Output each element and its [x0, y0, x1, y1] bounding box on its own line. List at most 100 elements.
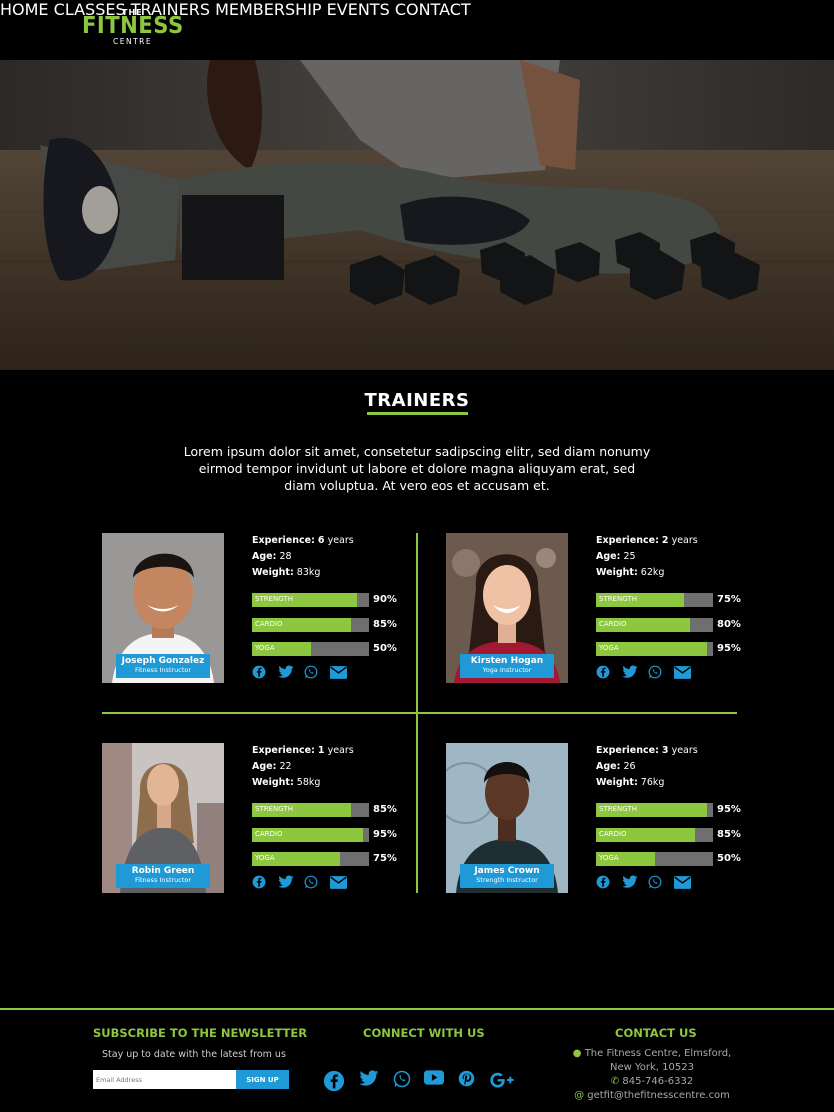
experience-label: Experience:	[252, 535, 315, 546]
trainer-card-robin: Robin Green Fitness Instructor Experienc…	[102, 743, 402, 895]
experience-value: 3	[661, 745, 669, 756]
title-underline	[367, 412, 468, 415]
experience-unit: years	[671, 535, 698, 546]
mail-icon[interactable]	[674, 874, 700, 890]
newsletter-email-input[interactable]	[93, 1070, 236, 1089]
trainer-card-joseph: Joseph Gonzalez Fitness Instructor Exper…	[102, 533, 402, 685]
facebook-icon[interactable]	[323, 1070, 345, 1096]
facebook-icon[interactable]	[252, 874, 278, 890]
trainer-name: James Crown	[474, 866, 540, 876]
trainer-stats: Experience: 3 years Age: 26 Weight: 76kg	[596, 743, 746, 791]
age-value: 26	[623, 761, 636, 772]
trainer-nametag: Joseph Gonzalez Fitness Instructor	[116, 654, 210, 678]
trainer-stats: Experience: 1 years Age: 22 Weight: 58kg	[252, 743, 402, 791]
age-label: Age:	[596, 761, 621, 772]
connect-title: CONNECT WITH US	[363, 1026, 485, 1040]
mail-icon[interactable]	[674, 664, 700, 680]
skill-name: STRENGTH	[599, 595, 637, 603]
address-line-1-text: The Fitness Centre, Elmsford,	[584, 1048, 732, 1059]
nav-home[interactable]: HOME	[0, 0, 49, 19]
experience-unit: years	[327, 745, 354, 756]
trainer-card-james: James Crown Strength Instructor Experien…	[446, 743, 746, 895]
skill-name: STRENGTH	[599, 805, 637, 813]
trainer-photo: Robin Green Fitness Instructor	[102, 743, 224, 893]
trainer-nametag: Kirsten Hogan Yoga Instructor	[460, 654, 554, 678]
trainer-name: Kirsten Hogan	[470, 656, 544, 666]
weight-label: Weight:	[596, 777, 638, 788]
skill-bar-cardio: CARDIO 95%	[252, 827, 402, 842]
skill-name: YOGA	[599, 854, 619, 862]
trainer-social-links	[596, 664, 700, 680]
youtube-icon[interactable]	[424, 1070, 444, 1089]
skill-value: 75%	[717, 594, 741, 605]
weight-line: Weight: 62kg	[596, 565, 746, 581]
experience-value: 1	[317, 745, 325, 756]
skill-name: STRENGTH	[255, 595, 293, 603]
experience-label: Experience:	[596, 745, 659, 756]
skill-value: 50%	[717, 853, 741, 864]
trainer-stats: Experience: 6 years Age: 28 Weight: 83kg	[252, 533, 402, 581]
whatsapp-icon[interactable]	[304, 664, 330, 680]
location-pin-icon: ●	[572, 1048, 582, 1059]
age-line: Age: 22	[252, 759, 402, 775]
age-value: 28	[279, 551, 292, 562]
skill-name: YOGA	[255, 854, 275, 862]
phone-icon: ✆	[610, 1076, 620, 1087]
facebook-icon[interactable]	[596, 874, 622, 890]
nav-events[interactable]: EVENTS	[327, 0, 390, 19]
email-line[interactable]: @ getfit@thefitnesscentre.com	[552, 1089, 752, 1103]
skill-name: CARDIO	[599, 829, 627, 838]
phone-number: 845-746-6332	[622, 1076, 694, 1087]
age-line: Age: 28	[252, 549, 402, 565]
skill-name: YOGA	[599, 644, 619, 652]
trainer-name: Joseph Gonzalez	[121, 656, 205, 666]
trainer-role: Fitness Instructor	[134, 666, 192, 674]
pinterest-icon[interactable]	[458, 1070, 475, 1091]
skill-bar-cardio: CARDIO 85%	[252, 617, 402, 632]
weight-line: Weight: 58kg	[252, 775, 402, 791]
trainer-role: Yoga Instructor	[482, 666, 532, 674]
experience-value: 2	[661, 535, 669, 546]
twitter-icon[interactable]	[359, 1070, 379, 1091]
nav-contact[interactable]: CONTACT	[395, 0, 471, 19]
twitter-icon[interactable]	[278, 874, 304, 890]
nav-membership[interactable]: MEMBERSHIP	[215, 0, 321, 19]
hero-image	[0, 60, 834, 370]
whatsapp-icon[interactable]	[304, 874, 330, 890]
weight-value: 62kg	[640, 567, 665, 578]
google-plus-icon[interactable]	[490, 1072, 514, 1092]
section-title: TRAINERS	[364, 390, 470, 411]
trainer-role: Strength Instructor	[476, 876, 538, 884]
at-icon: @	[574, 1090, 585, 1101]
whatsapp-icon[interactable]	[393, 1070, 411, 1092]
signup-button[interactable]: SIGN UP	[236, 1070, 289, 1089]
trainer-photo: James Crown Strength Instructor	[446, 743, 568, 893]
whatsapp-icon[interactable]	[648, 874, 674, 890]
site-logo[interactable]: THE FITNESS CENTRE	[82, 8, 192, 46]
experience-line: Experience: 3 years	[596, 743, 746, 759]
facebook-icon[interactable]	[596, 664, 622, 680]
skill-value: 75%	[373, 853, 397, 864]
weight-value: 83kg	[296, 567, 321, 578]
weight-line: Weight: 76kg	[596, 775, 746, 791]
experience-unit: years	[327, 535, 354, 546]
whatsapp-icon[interactable]	[648, 664, 674, 680]
mail-icon[interactable]	[330, 664, 356, 680]
skill-name: CARDIO	[599, 619, 627, 628]
trainer-social-links	[596, 874, 700, 890]
logo-centre: CENTRE	[113, 37, 153, 46]
phone-line[interactable]: ✆ 845-746-6332	[552, 1075, 752, 1089]
age-value: 22	[279, 761, 292, 772]
skill-name: YOGA	[255, 644, 275, 652]
facebook-icon[interactable]	[252, 664, 278, 680]
skill-value: 50%	[373, 643, 397, 654]
twitter-icon[interactable]	[622, 874, 648, 890]
weight-line: Weight: 83kg	[252, 565, 402, 581]
weight-value: 76kg	[640, 777, 665, 788]
skill-name: STRENGTH	[255, 805, 293, 813]
twitter-icon[interactable]	[622, 664, 648, 680]
mail-icon[interactable]	[330, 874, 356, 890]
skill-bar-yoga: YOGA 75%	[252, 852, 402, 866]
twitter-icon[interactable]	[278, 664, 304, 680]
trainer-nametag: James Crown Strength Instructor	[460, 864, 554, 888]
